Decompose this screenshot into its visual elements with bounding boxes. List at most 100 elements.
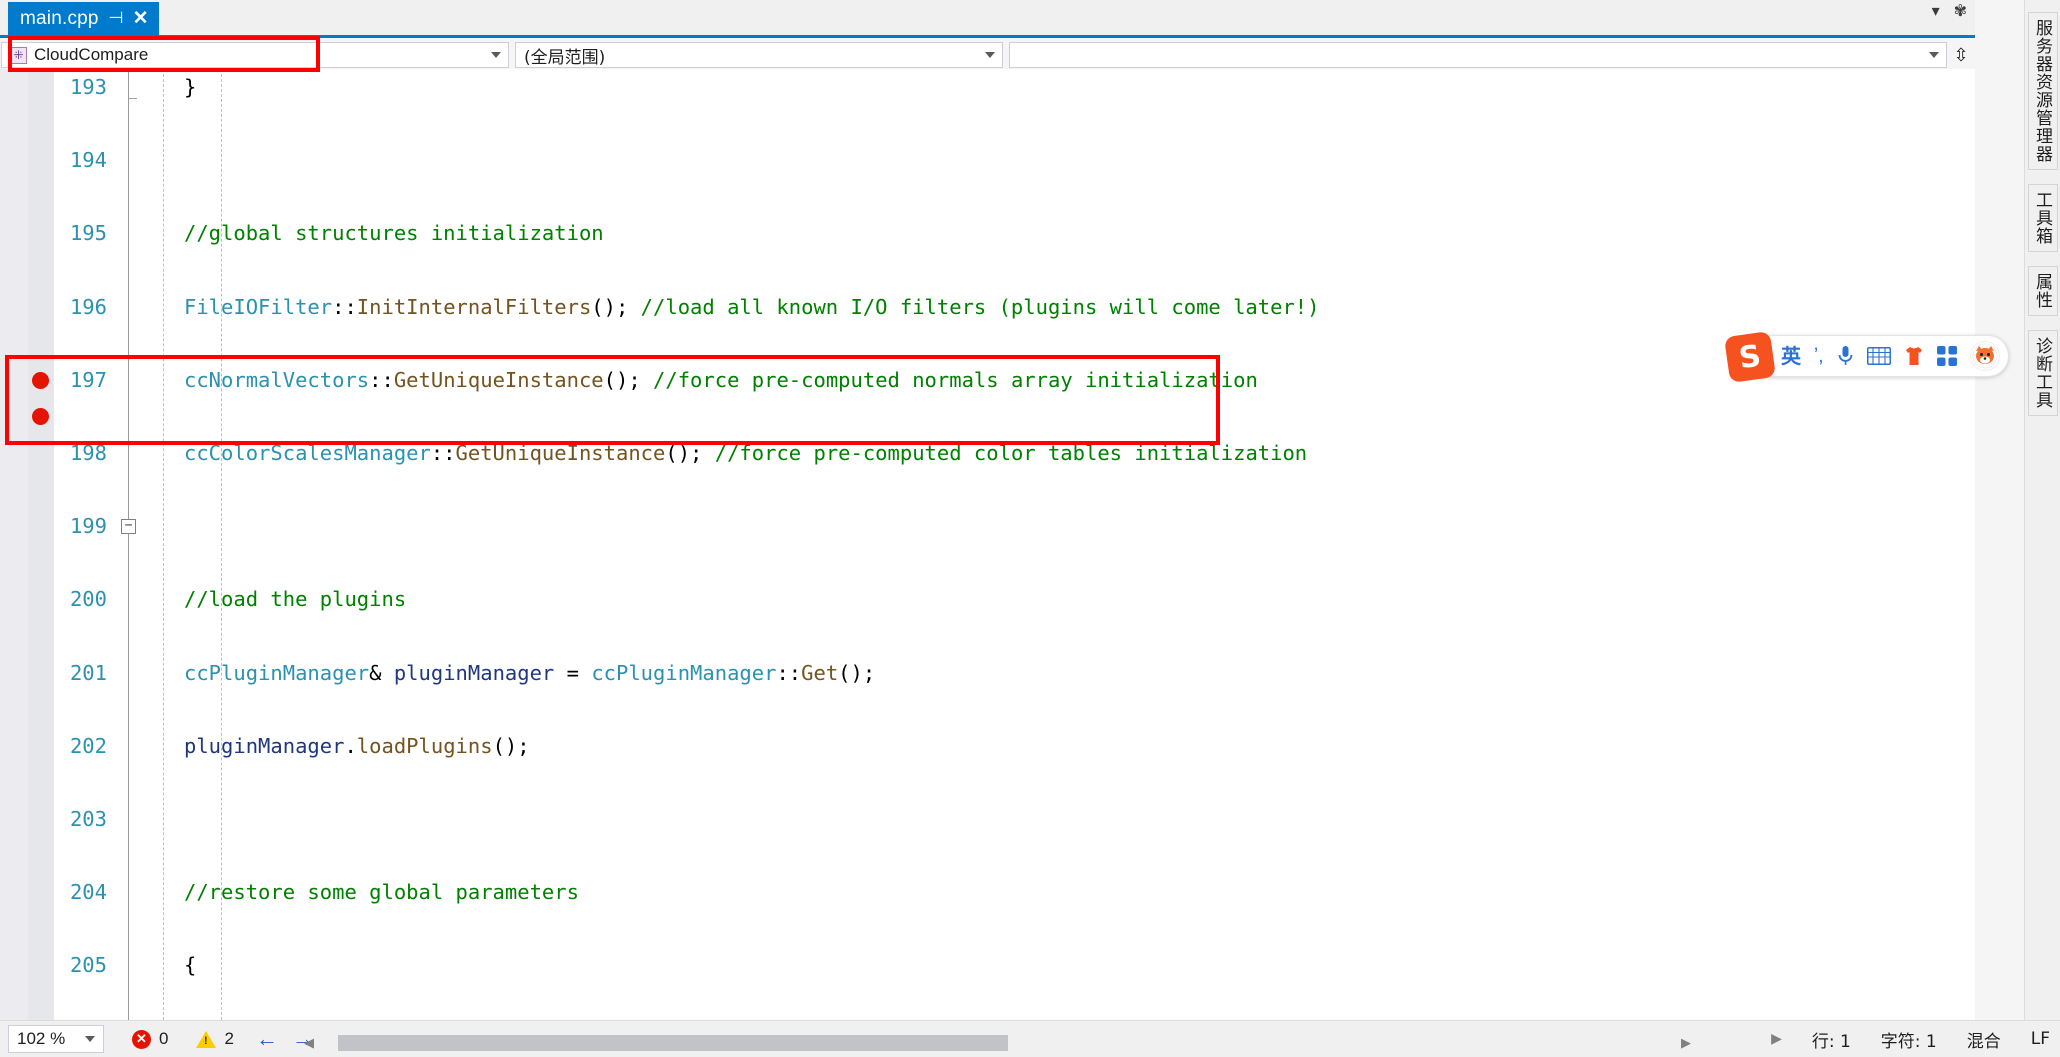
horizontal-scroll-thumb[interactable] bbox=[338, 1035, 1008, 1051]
line-number: 194 bbox=[69, 148, 107, 173]
code-line[interactable]: 200 //load the plugins bbox=[0, 581, 1975, 618]
code-lines[interactable]: 193} 194 195 //global structures initializa… bbox=[0, 69, 1975, 1020]
microphone-icon[interactable] bbox=[1837, 345, 1854, 367]
code-token: & bbox=[369, 660, 394, 685]
code-text[interactable]: ccNormalVectors::GetUniqueInstance(); //… bbox=[184, 362, 1258, 399]
chevron-down-icon[interactable] bbox=[1929, 52, 1939, 58]
breakpoint-icon[interactable] bbox=[32, 371, 49, 389]
code-token: :: bbox=[332, 294, 357, 319]
column-number-indicator: 字符: 1 bbox=[1880, 1031, 1937, 1052]
soft-keyboard-icon[interactable] bbox=[1866, 347, 1891, 365]
code-text[interactable]: ccColorScalesManager::GetUniqueInstance(… bbox=[184, 435, 1307, 472]
code-token: loadPlugins bbox=[356, 733, 493, 758]
code-text[interactable]: } bbox=[184, 69, 196, 106]
code-text[interactable]: pluginManager.loadPlugins(); bbox=[184, 728, 530, 765]
sidebar-item-label: 服务器资源管理器 bbox=[2032, 19, 2052, 163]
code-text[interactable]: //global structures initialization bbox=[184, 215, 604, 252]
document-tab-main-cpp[interactable]: main.cpp ⊣ ✕ bbox=[8, 2, 159, 35]
apps-grid-glyph bbox=[1936, 346, 1957, 366]
document-tabstrip: main.cpp ⊣ ✕ ▾ ✾ bbox=[0, 0, 1975, 38]
editor-horizontal-scrollbar[interactable]: ◀ ▶ bbox=[300, 1033, 1695, 1053]
code-token: ccPluginManager bbox=[591, 660, 777, 685]
code-line[interactable]: 203 bbox=[0, 801, 1975, 838]
code-text[interactable]: ccPluginManager& pluginManager = ccPlugi… bbox=[184, 655, 875, 692]
code-line[interactable]: 195 //global structures initialization bbox=[0, 215, 1975, 252]
code-line[interactable]: 193} bbox=[0, 69, 1975, 106]
error-count-group[interactable]: ✕ 0 bbox=[132, 1029, 168, 1049]
code-text[interactable]: //restore some global parameters bbox=[184, 874, 579, 911]
input-mode-icon[interactable]: 英 bbox=[1781, 346, 1801, 366]
gear-icon[interactable]: ✾ bbox=[1954, 4, 1967, 20]
line-number: 205 bbox=[69, 953, 107, 978]
code-token: FileIOFilter bbox=[184, 294, 333, 319]
line-number: 204 bbox=[69, 880, 107, 905]
project-combo[interactable]: ⁜ CloudCompare bbox=[1, 42, 509, 68]
line-number: 200 bbox=[69, 587, 107, 612]
code-token: :: bbox=[776, 660, 802, 685]
dock-splitter[interactable] bbox=[2011, 0, 2024, 1020]
horizontal-scroll-track[interactable] bbox=[318, 1035, 1677, 1051]
chevron-down-icon[interactable] bbox=[985, 52, 995, 58]
code-token: { bbox=[184, 953, 197, 978]
chevron-down-icon[interactable] bbox=[491, 52, 501, 58]
code-line[interactable]: 197 ccNormalVectors::GetUniqueInstance();… bbox=[0, 362, 1975, 399]
warning-count-group[interactable]: 2 bbox=[196, 1029, 234, 1049]
collapse-region-icon[interactable]: − bbox=[121, 519, 136, 534]
code-token: } bbox=[184, 75, 197, 99]
code-text[interactable]: { bbox=[184, 947, 196, 984]
code-line[interactable]: 204 //restore some global parameters bbox=[0, 874, 1975, 911]
code-text[interactable]: //load the plugins bbox=[184, 581, 406, 618]
breakpoint-icon[interactable] bbox=[32, 408, 49, 426]
code-editor[interactable]: 193} 194 195 //global structures initializa… bbox=[0, 69, 1975, 1020]
code-token: //force pre-computed color tables initia… bbox=[714, 440, 1308, 465]
sidebar-item-diagnostic-tools[interactable]: 诊断工具 bbox=[2028, 330, 2058, 416]
code-token: InitInternalFilters bbox=[356, 294, 592, 319]
code-token: //load all known I/O filters (plugins wi… bbox=[640, 294, 1320, 319]
caret-position-group: ▶ 行: 1 字符: 1 混合 LF bbox=[1771, 1027, 2050, 1052]
sidebar-item-properties[interactable]: 属性 bbox=[2028, 266, 2058, 316]
code-token: (); bbox=[838, 660, 876, 685]
project-icon: ⁜ bbox=[10, 46, 27, 64]
apps-icon[interactable] bbox=[1936, 346, 1957, 366]
code-line[interactable]: 199 bbox=[0, 508, 1975, 545]
keyboard-glyph bbox=[1866, 347, 1891, 365]
document-tab-label: main.cpp bbox=[20, 8, 99, 29]
line-number: 201 bbox=[69, 660, 107, 685]
code-line[interactable]: 198 ccColorScalesManager::GetUniqueInstan… bbox=[0, 435, 1975, 472]
code-text[interactable]: FileIOFilter::InitInternalFilters(); //l… bbox=[184, 289, 1319, 326]
split-editor-icon[interactable]: ⇳ bbox=[1947, 41, 1975, 69]
code-token: :: bbox=[369, 367, 394, 392]
sogou-ime-toolbar[interactable]: S 英 ʼ, bbox=[1724, 331, 2009, 383]
overflow-icon[interactable]: ▶ bbox=[1771, 1031, 1782, 1047]
member-combo[interactable] bbox=[1009, 42, 1947, 68]
fox-glyph bbox=[1972, 343, 1997, 369]
code-line[interactable]: 205 { bbox=[0, 947, 1975, 984]
code-token: pluginManager bbox=[184, 733, 345, 758]
navigate-backward-icon[interactable]: ← bbox=[256, 1028, 278, 1050]
chevron-down-icon[interactable] bbox=[85, 1036, 95, 1042]
code-line[interactable]: 201 ccPluginManager& pluginManager = ccPl… bbox=[0, 655, 1975, 692]
scroll-left-icon[interactable]: ◀ bbox=[300, 1035, 318, 1051]
pin-icon[interactable]: ⊣ bbox=[108, 10, 123, 27]
sidebar-item-label: 诊断工具 bbox=[2032, 337, 2052, 409]
code-token: //load the plugins bbox=[184, 587, 407, 612]
code-line[interactable]: 196 FileIOFilter::InitInternalFilters(); … bbox=[0, 289, 1975, 326]
sidebar-item-toolbox[interactable]: 工具箱 bbox=[2028, 184, 2058, 252]
code-token: . bbox=[344, 733, 357, 758]
scope-combo[interactable]: (全局范围) bbox=[515, 42, 1003, 68]
code-token: (); bbox=[665, 440, 715, 465]
punctuation-icon[interactable]: ʼ, bbox=[1814, 347, 1824, 366]
chevron-down-icon[interactable]: ▾ bbox=[1932, 4, 1940, 20]
mascot-icon[interactable] bbox=[1969, 341, 2000, 371]
sidebar-item-server-explorer[interactable]: 服务器资源管理器 bbox=[2028, 12, 2058, 170]
skin-icon[interactable] bbox=[1904, 346, 1924, 366]
code-line[interactable]: 202 pluginManager.loadPlugins(); bbox=[0, 728, 1975, 765]
line-number: 197 bbox=[69, 367, 107, 392]
close-icon[interactable]: ✕ bbox=[133, 9, 149, 28]
line-number-indicator: 行: 1 bbox=[1811, 1031, 1851, 1052]
zoom-level-combo[interactable]: 102 % bbox=[8, 1025, 104, 1053]
scroll-right-icon[interactable]: ▶ bbox=[1677, 1035, 1695, 1051]
sogou-logo-icon[interactable]: S bbox=[1724, 331, 1776, 383]
warning-count-value: 2 bbox=[224, 1029, 234, 1048]
code-line[interactable]: 194 bbox=[0, 142, 1975, 179]
